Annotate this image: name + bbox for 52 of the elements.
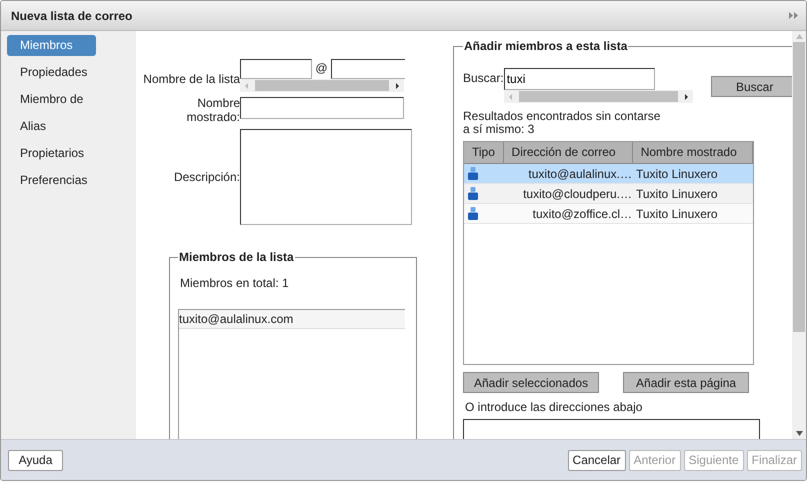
- table-cell-text: Tuxito Linuxero: [635, 166, 718, 180]
- panel-title: Añadir miembros a esta lista: [463, 39, 628, 53]
- column-header[interactable]: Tipo: [464, 142, 504, 163]
- list-name-field[interactable]: [240, 59, 312, 79]
- sidebar-item[interactable]: Propiedades: [7, 62, 96, 83]
- sidebar-item[interactable]: Preferencias: [7, 170, 96, 191]
- search-field[interactable]: tuxi: [504, 68, 655, 90]
- sidebar-item[interactable]: Miembro de: [7, 89, 96, 110]
- search-label: Buscar:: [463, 70, 504, 87]
- double-arrow-icon[interactable]: [789, 12, 798, 19]
- field-label: Nombre mostrado:: [186, 96, 240, 124]
- vertical-scrollbar[interactable]: [792, 31, 806, 439]
- display-name-field[interactable]: [240, 97, 404, 119]
- table-cell-text: Tuxito Linuxero: [635, 206, 718, 220]
- sidebar-item[interactable]: Propietarios: [7, 143, 96, 164]
- member-item[interactable]: tuxito@aulalinux.com: [179, 310, 405, 329]
- panel-title: Miembros de la lista: [178, 250, 295, 264]
- result-row[interactable]: tuxito@aulalinux.… Tuxito Linuxero: [464, 164, 753, 184]
- member-count: Miembros en total: 1: [180, 276, 290, 290]
- window-title: Nueva lista de correo: [11, 8, 132, 22]
- column-header[interactable]: Dirección de correo: [504, 142, 633, 163]
- person-icon: [468, 207, 478, 220]
- column-header[interactable]: Nombre mostrado: [632, 142, 753, 163]
- footer-button[interactable]: Cancelar: [568, 450, 626, 470]
- at-sign: @: [314, 60, 329, 77]
- person-icon: [468, 187, 478, 200]
- search-button[interactable]: Buscar: [710, 76, 792, 97]
- left-arrow-icon[interactable]: [506, 92, 515, 100]
- domain-field[interactable]: [331, 59, 405, 79]
- field-label: Nombre de la lista: [142, 71, 240, 88]
- addresses-label: O introduce las direcciones abajo: [465, 400, 644, 414]
- add-button[interactable]: Añadir esta página: [623, 372, 750, 393]
- right-arrow-icon[interactable]: [393, 82, 401, 90]
- result-row[interactable]: tuxito@cloudperu.… Tuxito Linuxero: [464, 184, 753, 204]
- field-label: Descripción:: [172, 170, 240, 184]
- help-button[interactable]: Ayuda: [8, 450, 63, 470]
- table-cell-text: tuxito@zoffice.cl…: [532, 206, 633, 220]
- add-button[interactable]: Añadir seleccionados: [463, 372, 600, 393]
- description-field[interactable]: [240, 129, 412, 225]
- down-arrow-icon[interactable]: [796, 431, 802, 436]
- horizontal-scrollbar[interactable]: [240, 79, 404, 92]
- table-cell-text: Tuxito Linuxero: [635, 186, 718, 200]
- results-text: Resultados encontrados sin contarse a sí mismo: 3: [463, 110, 662, 136]
- left-arrow-icon[interactable]: [243, 82, 251, 90]
- table-cell-text: tuxito@aulalinux.…: [527, 166, 633, 180]
- result-row[interactable]: tuxito@zoffice.cl… Tuxito Linuxero: [464, 204, 753, 224]
- person-icon: [468, 167, 478, 180]
- table-cell-text: tuxito@cloudperu.…: [522, 186, 633, 200]
- up-arrow-icon[interactable]: [796, 34, 802, 39]
- sidebar-item[interactable]: Alias: [7, 116, 96, 137]
- horizontal-scrollbar[interactable]: [504, 90, 693, 103]
- sidebar-item[interactable]: Miembros: [7, 35, 96, 56]
